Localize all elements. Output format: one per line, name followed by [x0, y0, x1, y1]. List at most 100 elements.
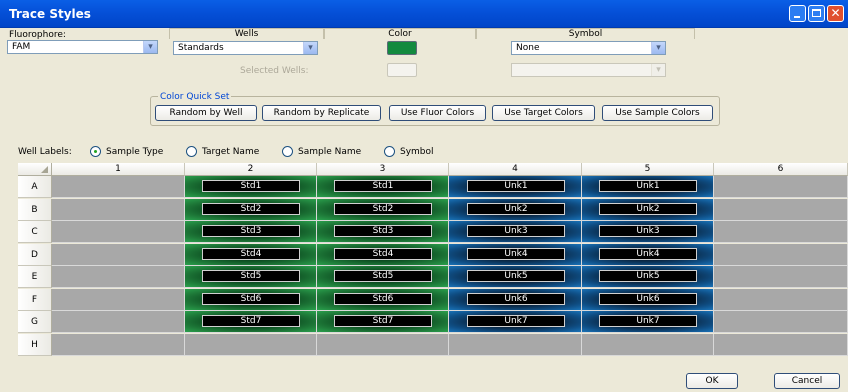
plate-well[interactable]: [52, 311, 185, 333]
plate-well[interactable]: [714, 311, 848, 333]
random-by-replicate-button[interactable]: Random by Replicate: [262, 105, 381, 121]
plate-well[interactable]: Std5: [185, 266, 317, 288]
row-header[interactable]: E: [18, 266, 52, 288]
column-header[interactable]: 6: [714, 163, 848, 176]
plate-well[interactable]: Std4: [317, 243, 449, 266]
plate-well[interactable]: Unk3: [582, 221, 714, 243]
well-label: Unk2: [467, 202, 565, 215]
column-header[interactable]: 5: [582, 163, 714, 176]
minimize-button[interactable]: [789, 5, 806, 22]
plate-well[interactable]: Unk1: [582, 176, 714, 198]
column-header[interactable]: 4: [449, 163, 582, 176]
wells-select[interactable]: Standards ▾: [173, 41, 318, 55]
plate-well[interactable]: Unk7: [449, 311, 582, 333]
maximize-button[interactable]: [808, 5, 825, 22]
minimize-icon: [794, 16, 800, 18]
plate-well[interactable]: Std1: [185, 176, 317, 198]
plate-well[interactable]: Std2: [185, 198, 317, 221]
plate-well[interactable]: Unk6: [582, 288, 714, 311]
fluorophore-value: FAM: [12, 42, 31, 52]
radio-symbol[interactable]: [384, 146, 395, 157]
plate-well[interactable]: [52, 288, 185, 311]
plate-well[interactable]: [449, 333, 582, 356]
plate-well[interactable]: [52, 221, 185, 243]
ok-button[interactable]: OK: [686, 373, 738, 389]
plate-well[interactable]: [714, 221, 848, 243]
plate-well[interactable]: [52, 243, 185, 266]
radio-sample-type[interactable]: [90, 146, 101, 157]
chevron-down-icon[interactable]: ▾: [303, 42, 317, 54]
plate-well[interactable]: [52, 333, 185, 356]
plate-well[interactable]: [185, 333, 317, 356]
column-header[interactable]: 1: [52, 163, 185, 176]
trace-color-swatch[interactable]: [387, 41, 417, 55]
plate-well[interactable]: Std4: [185, 243, 317, 266]
symbol-value: None: [516, 43, 540, 53]
plate-well[interactable]: [714, 243, 848, 266]
plate-well[interactable]: Std2: [317, 198, 449, 221]
plate-well[interactable]: Unk6: [449, 288, 582, 311]
selected-wells-color-swatch: [387, 63, 417, 77]
plate-well[interactable]: [714, 176, 848, 198]
grid-corner[interactable]: [18, 163, 52, 176]
well-label: Std1: [202, 180, 300, 192]
radio-target-name[interactable]: [186, 146, 197, 157]
plate-well[interactable]: Std3: [317, 221, 449, 243]
plate-well[interactable]: Std3: [185, 221, 317, 243]
plate-well[interactable]: [582, 333, 714, 356]
plate-well[interactable]: [52, 266, 185, 288]
radio-symbol-label[interactable]: Symbol: [400, 147, 434, 157]
plate-well[interactable]: Unk2: [582, 198, 714, 221]
plate-well[interactable]: [714, 288, 848, 311]
well-label: Std6: [334, 292, 432, 305]
color-quick-set-title: Color Quick Set: [158, 92, 232, 102]
plate-well[interactable]: Std7: [317, 311, 449, 333]
row-header[interactable]: G: [18, 311, 52, 333]
selected-wells-label: Selected Wells:: [240, 66, 309, 76]
column-header[interactable]: 3: [317, 163, 449, 176]
close-button[interactable]: ✕: [827, 5, 844, 22]
radio-target-name-label[interactable]: Target Name: [202, 147, 259, 157]
plate-well[interactable]: [714, 198, 848, 221]
fluorophore-select[interactable]: FAM ▾: [7, 40, 158, 54]
well-label: Unk5: [599, 270, 697, 282]
plate-well[interactable]: Std7: [185, 311, 317, 333]
radio-sample-type-label[interactable]: Sample Type: [106, 147, 163, 157]
use-sample-colors-button[interactable]: Use Sample Colors: [602, 105, 713, 121]
row-header[interactable]: A: [18, 176, 52, 198]
cancel-button[interactable]: Cancel: [774, 373, 840, 389]
plate-well[interactable]: Std5: [317, 266, 449, 288]
plate-well[interactable]: Unk5: [449, 266, 582, 288]
plate-well[interactable]: Unk2: [449, 198, 582, 221]
use-fluor-colors-button[interactable]: Use Fluor Colors: [389, 105, 486, 121]
radio-sample-name[interactable]: [282, 146, 293, 157]
plate-well[interactable]: Unk3: [449, 221, 582, 243]
radio-sample-name-label[interactable]: Sample Name: [298, 147, 361, 157]
chevron-down-icon[interactable]: ▾: [651, 42, 665, 54]
plate-well[interactable]: Std1: [317, 176, 449, 198]
plate-well[interactable]: Unk7: [582, 311, 714, 333]
row-header[interactable]: F: [18, 288, 52, 311]
plate-well[interactable]: [52, 198, 185, 221]
plate-well[interactable]: Unk1: [449, 176, 582, 198]
plate-well[interactable]: Unk4: [449, 243, 582, 266]
symbol-select[interactable]: None ▾: [511, 41, 666, 55]
well-plate-grid[interactable]: 1 2 3 4 5 6 A Std1 Std1 Unk1 Unk1 B Std2 Std2 Unk2 Unk2…: [18, 163, 848, 364]
plate-well[interactable]: [52, 176, 185, 198]
column-header[interactable]: 2: [185, 163, 317, 176]
plate-well[interactable]: Std6: [185, 288, 317, 311]
random-by-well-button[interactable]: Random by Well: [155, 105, 257, 121]
plate-well[interactable]: [714, 333, 848, 356]
use-target-colors-button[interactable]: Use Target Colors: [492, 105, 595, 121]
plate-well[interactable]: Std6: [317, 288, 449, 311]
row-header[interactable]: C: [18, 221, 52, 243]
row-header[interactable]: D: [18, 243, 52, 266]
plate-well[interactable]: Unk5: [582, 266, 714, 288]
well-label: Unk1: [467, 180, 565, 192]
plate-well[interactable]: [317, 333, 449, 356]
row-header[interactable]: B: [18, 198, 52, 221]
plate-well[interactable]: Unk4: [582, 243, 714, 266]
plate-well[interactable]: [714, 266, 848, 288]
chevron-down-icon[interactable]: ▾: [143, 41, 157, 53]
row-header[interactable]: H: [18, 333, 52, 356]
